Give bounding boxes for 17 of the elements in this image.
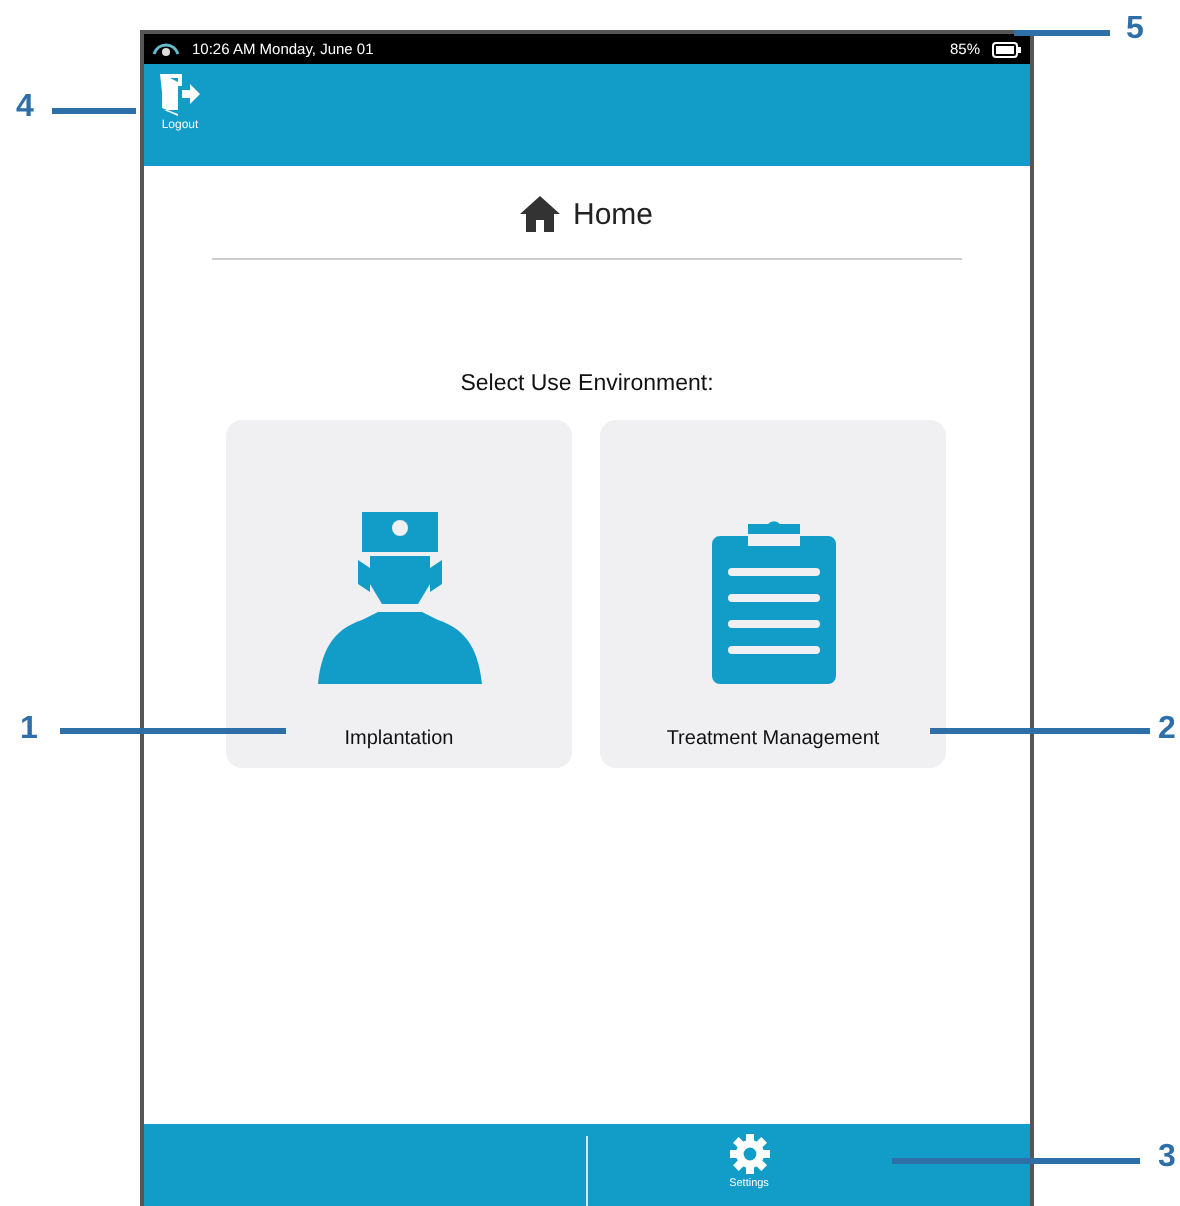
callout-number: 1 [20,712,38,748]
environment-card[interactable]: Implantation [226,420,572,768]
home-icon [520,196,561,232]
prompt-text: Select Use Environment: [458,372,716,396]
surgeon-icon [317,512,481,684]
callout-number: 4 [16,90,34,126]
callout-number: 3 [1158,1140,1176,1176]
leader-line [1014,30,1110,36]
leader-line [52,108,136,114]
battery-icon [992,41,1022,57]
environment-card[interactable]: Treatment Management [600,420,946,768]
settings-icon [729,1134,769,1174]
page-title: Home [572,197,653,231]
callout-number: 2 [1158,712,1176,748]
app-logo-icon [152,40,180,58]
callout-number: 5 [1126,12,1144,48]
exit-door-icon [158,72,202,116]
